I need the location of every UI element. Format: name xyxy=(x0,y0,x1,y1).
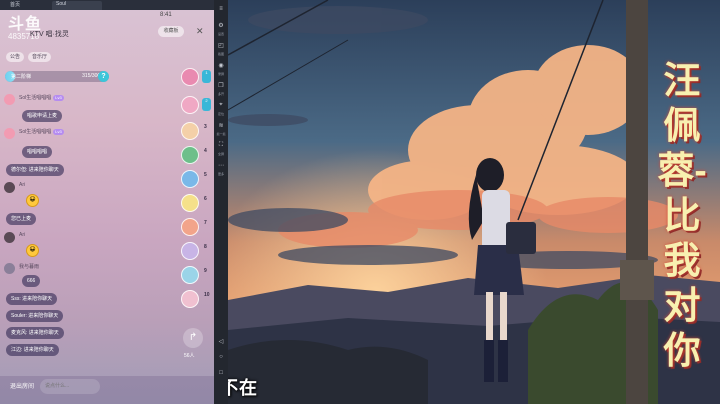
toolbar-label-multi: 多开 xyxy=(217,92,224,96)
song-title-vertical: 汪佩蓉-比我对你 xyxy=(657,60,707,371)
more-icon[interactable]: ⋯ xyxy=(216,162,226,169)
seat-number: 6 xyxy=(204,196,207,202)
mic-seat-avatar[interactable] xyxy=(181,290,199,308)
emoji-sticker: 😀 xyxy=(26,194,39,207)
multi-instance-icon[interactable]: ❐ xyxy=(216,82,226,89)
tab-home[interactable]: 首页 xyxy=(10,1,20,8)
mic-seat-avatar[interactable] xyxy=(181,68,199,86)
avatar[interactable] xyxy=(4,232,15,243)
avatar[interactable] xyxy=(4,94,15,105)
toolbar-label-settings: 设置 xyxy=(217,32,224,36)
progress-label: 第二阶梯 xyxy=(11,74,32,80)
chat-username: Sol生活唱唱唱 Lv3 xyxy=(19,95,64,101)
home-icon[interactable]: ○ xyxy=(216,354,226,360)
status-time: 8:41 xyxy=(160,12,172,18)
chat-bubble: 麦克风: 进来陪你聊天 xyxy=(6,327,64,339)
music-video: 爱 从今而后你不在 xyxy=(228,0,720,404)
seat-number: 4 xyxy=(204,148,207,154)
announcement-chip[interactable]: 公告 xyxy=(6,52,25,62)
fullscreen-icon[interactable]: ⛶ xyxy=(216,142,226,149)
seat-badge: 2 xyxy=(202,98,211,111)
shake-icon[interactable]: ≋ xyxy=(216,122,226,129)
recent-apps-icon[interactable]: □ xyxy=(216,370,226,376)
chat-bubble: 德尔但: 进来陪你聊天 xyxy=(6,164,64,176)
close-icon[interactable]: ✕ xyxy=(196,27,204,36)
chat-bubble: Souler: 进来陪你聊天 xyxy=(6,310,64,322)
avatar[interactable] xyxy=(4,182,15,193)
phone-screen: 首页 Soul 8:41 斗鱼 4835718 KTV 唱·找灵 收藏板 ✕ 公… xyxy=(0,0,214,404)
chat-bubble: Sss: 进来陪你聊天 xyxy=(6,293,58,305)
share-icon[interactable]: ↱ xyxy=(183,328,203,348)
help-icon[interactable]: ? xyxy=(98,71,109,82)
menu-icon[interactable]: ≡ xyxy=(216,6,226,12)
tab-soul-label: Soul xyxy=(56,1,67,7)
settings-icon[interactable]: ⚙ xyxy=(216,22,226,29)
mic-seat-avatar[interactable] xyxy=(181,194,199,212)
location-icon[interactable]: ⌖ xyxy=(216,102,226,109)
toolbar-label-shake: 摇一摇 xyxy=(216,132,226,136)
mic-seat-avatar[interactable] xyxy=(181,218,199,236)
chat-username: Ari xyxy=(19,182,26,188)
lyric-subtitle: 爱 从今而后你不在 xyxy=(228,378,259,398)
mic-seat-avatar[interactable] xyxy=(181,242,199,260)
chat-bubble: 666 xyxy=(22,275,41,287)
mic-seat-avatar[interactable] xyxy=(181,146,199,164)
toolbar-label-location: 定位 xyxy=(217,112,224,116)
seat-number: 3 xyxy=(204,124,207,130)
seat-number: 5 xyxy=(204,172,207,178)
seat-badge: 1 xyxy=(202,70,211,83)
exit-room-button[interactable]: 退出房间 xyxy=(6,381,38,393)
chat-username: Ari xyxy=(19,232,26,238)
toolbar-label-fullscreen: 全屏 xyxy=(217,152,224,156)
emulator-toolbar: ≡ ⚙ 设置 ◰ 截图 ◉ 录屏 ❐ 多开 ⌖ 定位 ≋ 摇一摇 ⛶ 全屏 ⋯ … xyxy=(214,0,228,404)
toolbar-label-more: 更多 xyxy=(217,172,224,176)
seat-number: 9 xyxy=(204,268,207,274)
mic-seat-avatar[interactable] xyxy=(181,96,199,114)
avatar[interactable] xyxy=(4,128,15,139)
chat-bubble: 唱歌申请上麦 xyxy=(22,110,63,122)
screenshot-icon[interactable]: ◰ xyxy=(216,42,226,49)
avatar[interactable] xyxy=(4,263,15,274)
music-hall-chip[interactable]: 音乐厅 xyxy=(28,52,52,62)
chat-username: Sol生活唱唱唱 Lv3 xyxy=(19,129,64,135)
toolbar-label-record: 录屏 xyxy=(217,72,224,76)
mic-seat-avatar[interactable] xyxy=(181,122,199,140)
chat-input[interactable] xyxy=(40,379,100,394)
emulator-tab-bar: 首页 Soul xyxy=(0,0,214,10)
chat-bubble: 江边: 进来陪你聊天 xyxy=(6,344,59,356)
anime-sunset-scene xyxy=(228,0,720,404)
room-title: KTV 唱·找灵 xyxy=(30,31,69,38)
seat-number: 10 xyxy=(204,292,210,298)
audience-count: 56人 xyxy=(184,353,195,359)
record-icon[interactable]: ◉ xyxy=(216,62,226,69)
seat-number: 8 xyxy=(204,244,207,250)
favorite-button[interactable]: 收藏板 xyxy=(158,26,184,37)
level-progress-bar: 第二阶梯 315/3000 xyxy=(5,71,109,82)
emoji-sticker: 😀 xyxy=(26,244,39,257)
chat-bubble: 唱唱唱唱 xyxy=(22,146,53,158)
mic-seat-avatar[interactable] xyxy=(181,266,199,284)
back-icon[interactable]: ◁ xyxy=(216,338,226,345)
toolbar-label-screenshot: 截图 xyxy=(217,52,224,56)
chat-bubble: 您已上麦 xyxy=(6,213,37,225)
mic-seat-avatar[interactable] xyxy=(181,170,199,188)
seat-number: 7 xyxy=(204,220,207,226)
chat-username: 我与暮雨 xyxy=(19,264,40,270)
